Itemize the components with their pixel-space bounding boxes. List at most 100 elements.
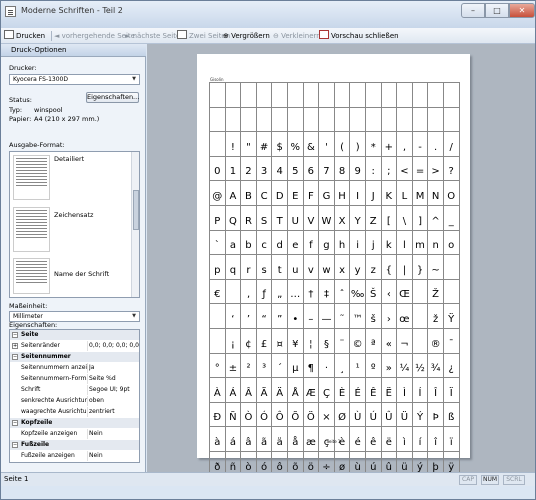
charmap-cell: W xyxy=(318,204,335,231)
expand-icon[interactable]: + xyxy=(12,343,18,349)
charmap-cell: „ xyxy=(271,278,288,305)
property-value[interactable]: Seite %d xyxy=(89,374,139,384)
property-name: Seitennummer xyxy=(21,353,71,360)
toolbar: Drucken ◄ vorhergehende Seite ► nächste … xyxy=(1,28,535,44)
property-value[interactable]: 0,0; 0,0; 0,0; 0,0 xyxy=(89,341,139,351)
charmap-cell: 5 xyxy=(286,155,304,182)
charmap-cell: Ï xyxy=(442,377,460,403)
charmap-cell xyxy=(318,82,335,108)
charmap-cell: Ì xyxy=(396,377,413,403)
charmap-cell xyxy=(364,82,382,108)
title-bar[interactable]: Moderne Schriften - Teil 2 – □ ✕ xyxy=(1,1,535,28)
charmap-cell: 7 xyxy=(318,155,335,182)
charmap-row: P Q R S T U V W X Y Z[\] ^ _ xyxy=(209,204,460,231)
minimize-button[interactable]: – xyxy=(461,3,485,18)
column-divider xyxy=(87,407,88,417)
charmap-cell xyxy=(349,82,366,108)
print-button[interactable]: Drucken xyxy=(4,30,45,42)
charmap-cell: ] xyxy=(411,204,429,231)
charmap-cell: M xyxy=(411,180,429,206)
app-icon xyxy=(5,6,16,17)
property-row[interactable]: waagrechte Ausrichtung zentriert xyxy=(10,407,139,417)
charmap-cell: s xyxy=(255,254,273,280)
collapse-icon[interactable]: − xyxy=(12,332,18,338)
scrollbar-thumb[interactable] xyxy=(133,190,139,230)
charmap-cell: V xyxy=(302,204,320,231)
property-value[interactable]: oben xyxy=(89,396,139,406)
chevron-down-icon: ▼ xyxy=(132,313,136,319)
charmap-cell: ¦ xyxy=(302,327,320,354)
charmap-cell xyxy=(411,82,429,108)
charmap-cell: [ xyxy=(380,204,398,231)
property-row[interactable]: + Seitenränder 0,0; 0,0; 0,0; 0,0 xyxy=(10,341,139,351)
charmap-cell: Â xyxy=(240,377,257,403)
collapse-icon[interactable]: − xyxy=(12,420,18,426)
property-category[interactable]: − Kopfzeile xyxy=(10,418,139,428)
close-button[interactable]: ✕ xyxy=(509,3,535,18)
property-value[interactable]: Nein xyxy=(89,451,139,461)
property-row[interactable]: Schrift Segoe UI; 9pt xyxy=(10,385,139,395)
printer-properties-button[interactable]: Eigenschaften... xyxy=(86,92,139,103)
charmap-cell: t xyxy=(271,254,288,280)
charmap-cell: K xyxy=(380,180,398,206)
charmap-cell xyxy=(209,303,226,329)
charmap-cell: w xyxy=(318,254,335,280)
charmap-cell xyxy=(318,106,335,133)
charmap-cell: Ô xyxy=(271,401,288,428)
property-row[interactable]: senkrechte Ausrichtung oben xyxy=(10,396,139,406)
charmap-cell: ' xyxy=(318,131,335,157)
charmap-cell xyxy=(240,82,257,108)
property-value[interactable]: Segoe UI; 9pt xyxy=(89,385,139,395)
charmap-row: Ð Ñ Ò Ó Ô Õ Ö × Ø Ù Ú Û Ü Ý Þß xyxy=(209,401,460,428)
charmap-cell xyxy=(427,106,444,133)
property-grid[interactable]: − Seite + Seitenränder 0,0; 0,0; 0,0; 0,0− Se… xyxy=(9,329,140,463)
charmap-cell: ” xyxy=(271,303,288,329)
charmap-cell: 9 xyxy=(349,155,366,182)
charmap-cell: y xyxy=(349,254,366,280)
charmap-cell: Ñ xyxy=(224,401,242,428)
property-row[interactable]: Kopfzeile anzeigen Nein xyxy=(10,429,139,439)
charmap-row: ÀÁÂÃÄÅÆÇÈÉÊËÌÍÎÏ xyxy=(209,377,460,403)
charmap-cell xyxy=(427,82,444,108)
printer-select[interactable]: Kyocera FS-1300D ▼ xyxy=(9,74,140,85)
zoom-in-button[interactable]: ⊕ Vergrößern xyxy=(223,30,270,42)
charmap-cell: Å xyxy=(286,377,304,403)
paper-label: Papier: xyxy=(9,115,32,123)
zoom-out-button[interactable]: ⊖ Verkleinern xyxy=(273,30,321,42)
next-page-button[interactable]: ► nächste Seite xyxy=(125,30,180,42)
charmap-cell: F xyxy=(302,180,320,206)
charmap-cell xyxy=(411,303,429,329)
charmap-cell: | xyxy=(396,254,413,280)
charmap-cell: Ä xyxy=(271,377,288,403)
format-list-scrollbar[interactable] xyxy=(131,152,139,297)
collapse-icon[interactable]: − xyxy=(12,354,18,360)
property-category[interactable]: − Seite xyxy=(10,330,139,340)
property-category[interactable]: − Seitennummer xyxy=(10,352,139,362)
prev-page-button[interactable]: ◄ vorhergehende Seite xyxy=(54,30,135,42)
charmap-cell: J xyxy=(364,180,382,206)
maximize-button[interactable]: □ xyxy=(485,3,509,18)
property-value[interactable]: Ja xyxy=(89,363,139,373)
charmap-cell: ™ xyxy=(349,303,366,329)
property-row[interactable]: Seitennummern-Format Seite %d xyxy=(10,374,139,384)
preview-area[interactable]: Gisolin ! " # $% & '() * +, -./0 1 2 3 4 5 6 7 8 9:; < = >? @… xyxy=(147,44,535,477)
charmap-cell: T xyxy=(271,204,288,231)
close-preview-button[interactable]: Vorschau schließen xyxy=(319,30,399,42)
property-value[interactable]: Nein xyxy=(89,429,139,439)
charmap-cell: P xyxy=(209,204,226,231)
property-category[interactable]: − Fußzeile xyxy=(10,440,139,450)
property-row[interactable]: Seitennummern anzeigenJa xyxy=(10,363,139,373)
property-value[interactable]: zentriert xyxy=(89,407,139,417)
charmap-cell xyxy=(442,278,460,305)
format-thumbnail xyxy=(13,155,50,200)
charmap-cell: # xyxy=(255,131,273,157)
charmap-cell: × xyxy=(318,401,335,428)
charmap-cell: Ü xyxy=(396,401,413,428)
output-format-list[interactable]: Detailiert Zeichensatz Name der Schrift xyxy=(9,151,140,298)
collapse-icon[interactable]: − xyxy=(12,442,18,448)
charmap-cell: ® xyxy=(427,327,444,354)
charmap-cell: H xyxy=(333,180,351,206)
property-row[interactable]: Fußzeile anzeigen Nein xyxy=(10,451,139,461)
charmap-cell: ° xyxy=(209,352,226,379)
charmap-cell: Q xyxy=(224,204,242,231)
